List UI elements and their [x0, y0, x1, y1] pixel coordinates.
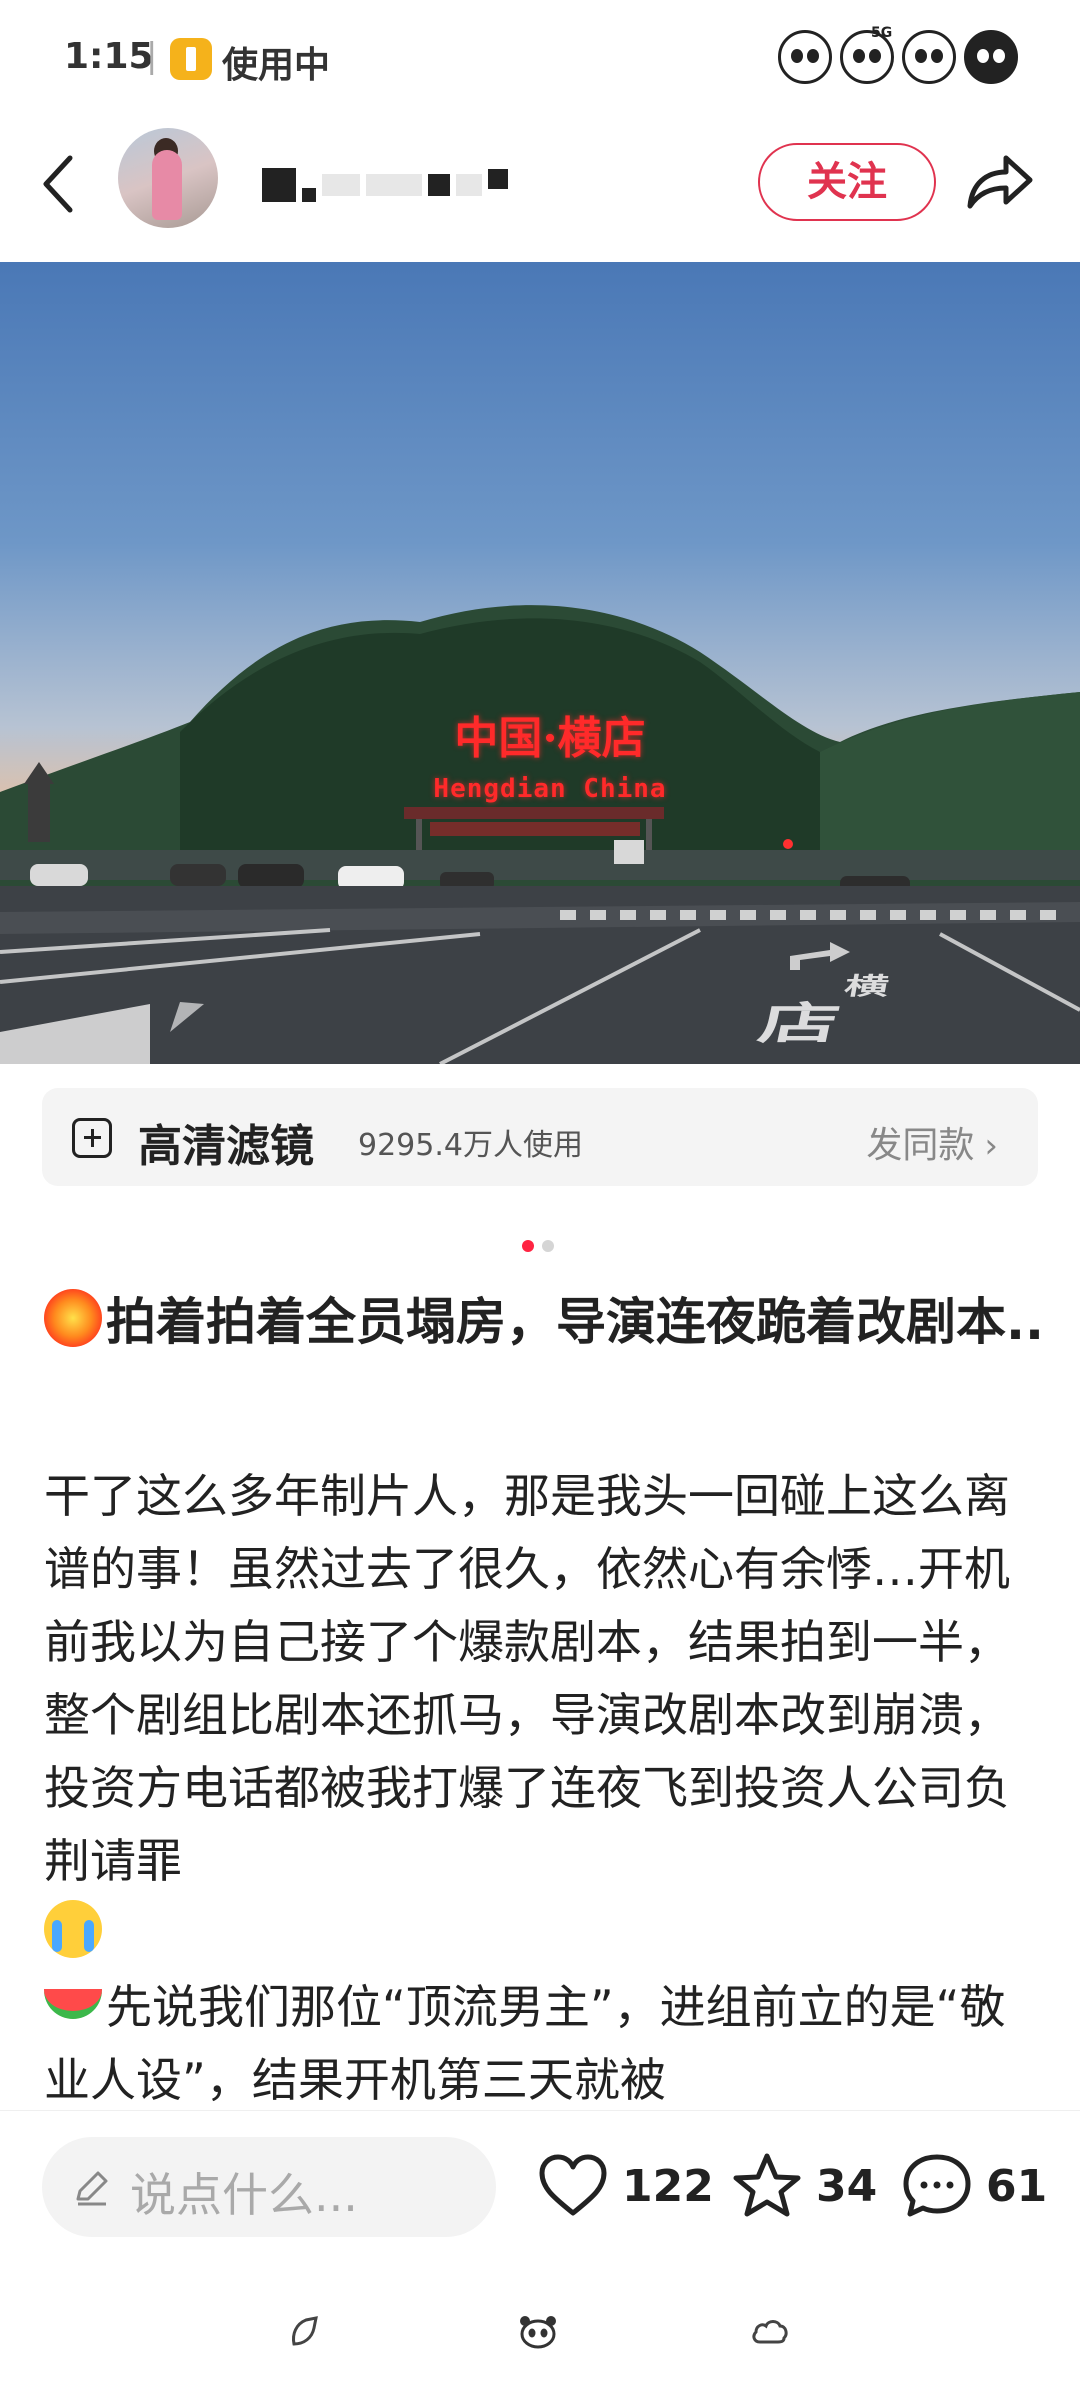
filter-bar[interactable]: 高清滤镜 9295.4万人使用 发同款 › [42, 1088, 1038, 1186]
system-nav-bar [0, 2260, 1080, 2400]
crying-face-emoji-icon [44, 1900, 102, 1958]
flashlight-app-icon [170, 38, 212, 80]
photo-scene [0, 605, 1080, 1064]
post-title: 拍着拍着全员塌房，导演连夜跪着改剧本.. [44, 1286, 1044, 1358]
comment-input[interactable]: 说点什么... [42, 2137, 496, 2237]
post-title-text: 拍着拍着全员塌房，导演连夜跪着改剧本.. [106, 1293, 1044, 1351]
post-body: 干了这么多年制片人，那是我头一回碰上这么离谱的事！虽然过去了很久，依然心有余悸…… [44, 1460, 1044, 2110]
star-icon [733, 2153, 801, 2217]
status-icons: 5G [778, 25, 1018, 84]
road-marking-text: 店 [753, 998, 845, 1050]
share-icon[interactable] [964, 150, 1034, 214]
heart-icon [539, 2154, 607, 2216]
filter-name: 高清滤镜 [138, 1121, 314, 1172]
photo-sign-cn: 中国·横店 [454, 713, 646, 764]
filter-usage-count: 9295.4万人使用 [358, 1128, 583, 1163]
panda-5g-icon: 5G [840, 25, 894, 84]
pencil-icon [76, 2171, 108, 2206]
username-redacted[interactable] [262, 168, 508, 202]
panda-battery-icon [964, 30, 1018, 84]
comment-bubble-icon [903, 2154, 971, 2217]
photo-sign-en: Hengdian China [433, 774, 667, 804]
pagination-dot [542, 1240, 554, 1252]
post-body-paragraph-2: 先说我们那位“顶流男主”，进组前立的是“敬业人设”，结果开机第三天就被 [44, 1980, 1006, 2107]
like-button[interactable]: 122 [536, 2141, 714, 2231]
favorite-count: 34 [816, 2160, 878, 2212]
filter-apply-label: 发同款 [866, 1125, 975, 1166]
post-body-paragraph-1: 干了这么多年制片人，那是我头一回碰上这么离谱的事！虽然过去了很久，依然心有余悸…… [44, 1469, 1010, 1888]
status-bar: 1:15 | 使用中 5G [0, 0, 1080, 120]
avatar[interactable] [118, 128, 218, 228]
road-marking-text-2: 横 [842, 972, 892, 1001]
photo-sign: 中国·横店 Hengdian China [420, 702, 680, 804]
network-label: 5G [871, 25, 893, 41]
pagination-dot-active [522, 1240, 534, 1252]
status-separator: | [146, 36, 158, 76]
chevron-right-icon: › [984, 1126, 998, 1166]
status-app-label: 使用中 [222, 45, 331, 86]
action-bar: 说点什么... 122 34 61 [0, 2110, 1080, 2260]
back-icon[interactable] [38, 152, 78, 216]
follow-button[interactable]: 关注 [758, 143, 936, 221]
comment-count: 61 [986, 2160, 1048, 2212]
post-photo[interactable]: 中国·横店 Hengdian China 店 横 [0, 262, 1080, 1064]
avatar-figure [152, 150, 182, 220]
nav-back-icon[interactable] [286, 2314, 326, 2350]
nav-recent-cloud-icon[interactable] [750, 2314, 790, 2350]
nav-home-panda-icon[interactable] [518, 2314, 558, 2350]
comment-placeholder: 说点什么... [130, 2168, 358, 2222]
favorite-button[interactable]: 34 [730, 2141, 877, 2231]
panda-icon [778, 30, 832, 84]
image-pagination [522, 1240, 554, 1252]
filter-apply-button[interactable]: 发同款 › [866, 1116, 998, 1168]
watermelon-emoji-icon [44, 1989, 102, 2019]
collision-emoji-icon [44, 1289, 102, 1347]
filter-plus-icon [72, 1118, 112, 1158]
panda-wifi-icon [902, 30, 956, 84]
like-count: 122 [622, 2160, 714, 2212]
comment-button[interactable]: 61 [900, 2141, 1047, 2231]
status-time: 1:15 [64, 36, 154, 77]
